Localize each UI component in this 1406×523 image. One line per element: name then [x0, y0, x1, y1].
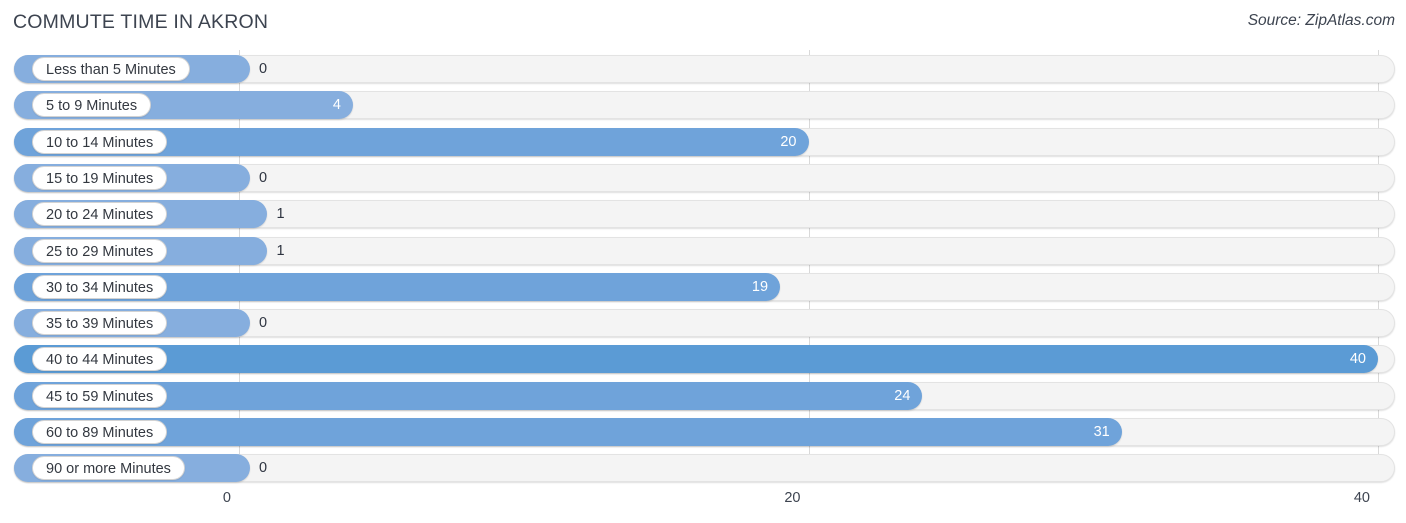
category-label: Less than 5 Minutes [32, 57, 190, 81]
bar-row: 35 to 39 Minutes 0 [14, 309, 1395, 338]
plot-area: Less than 5 Minutes 0 5 to 9 Minutes 4 10 to… [0, 46, 1406, 486]
category-label: 10 to 14 Minutes [32, 129, 168, 154]
category-label: 30 to 34 Minutes [32, 274, 168, 299]
bar-value-label: 31 [1093, 424, 1110, 440]
category-label: 40 to 44 Minutes [32, 347, 168, 372]
bar-value-label: 0 [259, 315, 268, 332]
bar-row: 25 to 29 Minutes 1 [14, 236, 1395, 265]
bar-value-label: 19 [751, 278, 769, 295]
x-tick-label: 20 [784, 490, 801, 506]
category-label: 45 to 59 Minutes [32, 383, 168, 408]
category-label: 15 to 19 Minutes [32, 165, 168, 190]
bar-row: 40 to 44 Minutes 40 [14, 345, 1395, 374]
bar-value-label: 40 [1349, 351, 1366, 368]
bar-value-label: 1 [276, 242, 285, 259]
bar-row: 30 to 34 Minutes 19 [14, 272, 1395, 301]
bar [14, 345, 1378, 374]
x-axis: 0 20 40 [0, 486, 1406, 523]
bar-row: 10 to 14 Minutes 20 [14, 127, 1395, 156]
bar-row: Less than 5 Minutes 0 [14, 55, 1395, 83]
bar-rows: Less than 5 Minutes 0 5 to 9 Minutes 4 10 to… [0, 46, 1406, 486]
category-label: 5 to 9 Minutes [32, 93, 152, 118]
bar-row: 90 or more Minutes 0 [14, 454, 1395, 483]
bar-value-label: 0 [259, 169, 268, 186]
chart-header: COMMUTE TIME IN AKRON Source: ZipAtlas.c… [0, 0, 1406, 46]
bar-row: 5 to 9 Minutes 4 [14, 91, 1395, 120]
category-label: 25 to 29 Minutes [32, 238, 168, 263]
bar-row: 15 to 19 Minutes 0 [14, 163, 1395, 192]
bar-value-label: 20 [780, 133, 797, 150]
source-attribution: Source: ZipAtlas.com [1247, 12, 1395, 29]
bar-value-label: 4 [332, 97, 341, 114]
category-label: 35 to 39 Minutes [32, 311, 168, 336]
category-label: 90 or more Minutes [32, 456, 185, 481]
x-tick-label: 40 [1353, 490, 1370, 506]
bar-value-label: 0 [259, 61, 268, 77]
page-title: COMMUTE TIME IN AKRON [13, 11, 269, 33]
bar-value-label: 1 [276, 206, 285, 223]
category-label: 60 to 89 Minutes [32, 420, 168, 444]
category-label: 20 to 24 Minutes [32, 202, 168, 227]
bar-row: 20 to 24 Minutes 1 [14, 200, 1395, 229]
bar-row: 60 to 89 Minutes 31 [14, 418, 1395, 446]
bar-value-label: 0 [259, 460, 268, 477]
bar-value-label: 24 [894, 387, 911, 404]
x-tick-label: 0 [222, 490, 231, 506]
bar [14, 418, 1122, 446]
bar-row: 45 to 59 Minutes 24 [14, 381, 1395, 410]
